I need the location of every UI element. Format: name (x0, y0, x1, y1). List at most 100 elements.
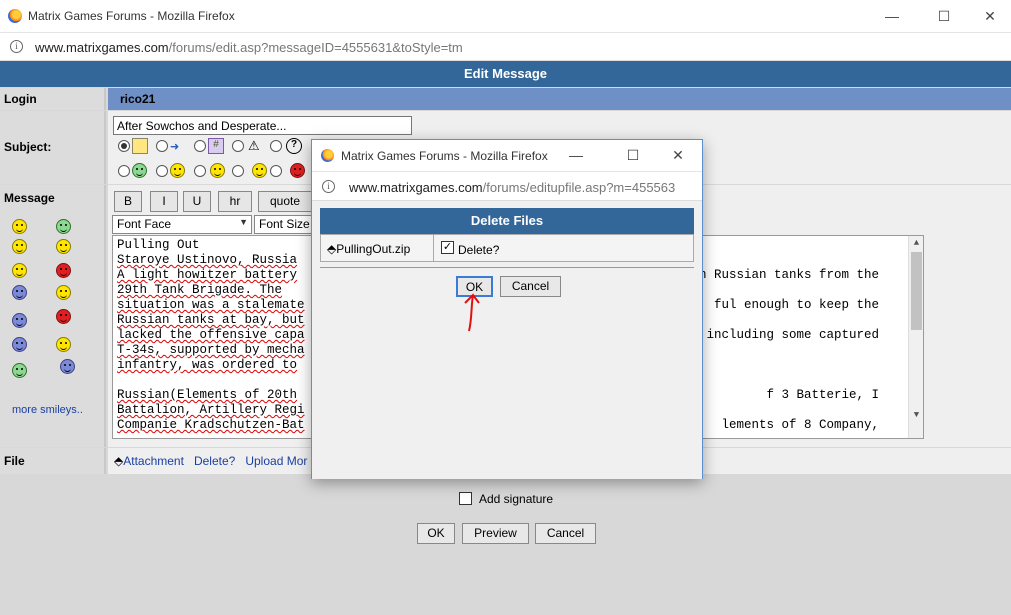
add-signature-checkbox[interactable] (459, 492, 472, 505)
info-icon[interactable]: i (10, 40, 23, 53)
cool-smiley-icon[interactable] (12, 239, 27, 254)
hash-icon: # (208, 138, 224, 154)
red-arrow-icon (464, 293, 480, 332)
smiley-radio-3[interactable] (194, 165, 206, 177)
message-line-left: Russian(Elements of 20th (117, 388, 298, 402)
paperclip-icon: ⬘ (327, 242, 337, 256)
chevron-down-icon: ▼ (239, 217, 248, 227)
login-label: Login (0, 88, 106, 110)
form-actions: Add signature OK Preview Cancel (0, 481, 1011, 615)
add-signature-label: Add signature (479, 492, 554, 506)
textarea-scrollbar[interactable]: ▲ ▼ (908, 236, 923, 438)
grin-smiley-icon (132, 163, 147, 178)
font-size-value: Font Size (259, 217, 310, 231)
message-line-left: Staroye Ustinovo, Russia (117, 253, 298, 267)
close-button[interactable]: ✕ (970, 6, 1010, 26)
delete-files-link[interactable]: Delete? (194, 454, 235, 468)
browser-title-bar: Matrix Games Forums - Mozilla Firefox — … (0, 0, 1011, 33)
maximize-button[interactable]: ☐ (924, 6, 964, 26)
note-icon (132, 138, 148, 154)
red-smiley-icon[interactable] (56, 309, 71, 324)
arrow-right-icon: ➜ (170, 141, 180, 153)
bold-button[interactable]: B (114, 191, 142, 212)
message-line-left: Russian tanks at bay, but (117, 313, 305, 327)
confused-smiley-icon[interactable] (12, 263, 27, 278)
address-url[interactable]: www.matrixgames.com/forums/edit.asp?mess… (35, 40, 463, 55)
font-face-select[interactable]: Font Face ▼ (112, 215, 252, 234)
more-smileys-link[interactable]: more smileys.. (12, 404, 83, 416)
font-face-value: Font Face (117, 217, 172, 231)
popup-address-url[interactable]: www.matrixgames.com/forums/editupfile.as… (349, 180, 699, 195)
underline-button[interactable]: U (183, 191, 211, 212)
smiley-radio-5[interactable] (270, 165, 282, 177)
firefox-icon (8, 9, 22, 23)
italic-button[interactable]: I (150, 191, 178, 212)
icon-radio-3[interactable] (194, 140, 206, 152)
alien-smiley-icon[interactable] (60, 359, 75, 374)
angry-smiley-icon (290, 163, 305, 178)
sick-smiley-icon[interactable] (12, 363, 27, 378)
delete-label: Delete? (458, 243, 500, 257)
popup-address-bar[interactable]: i www.matrixgames.com/forums/editupfile.… (312, 171, 702, 201)
popup-maximize-button[interactable]: ☐ (613, 145, 653, 165)
message-line-left: T-34s, supported by mecha (117, 343, 305, 357)
popup-title-bar: Matrix Games Forums - Mozilla Firefox — … (312, 140, 702, 171)
message-line-left: lacked the offensive capa (117, 328, 305, 342)
login-value: rico21 (108, 88, 1011, 110)
smile-smiley-icon[interactable] (56, 239, 71, 254)
smiley-radio-4[interactable] (232, 165, 244, 177)
message-line-left: Pulling Out (117, 238, 200, 252)
message-line-left: infantry, was ordered to (117, 358, 298, 372)
info-icon[interactable]: i (322, 180, 335, 193)
icon-radio-4[interactable] (232, 140, 244, 152)
address-bar[interactable]: i www.matrixgames.com/forums/edit.asp?me… (0, 33, 1011, 61)
message-line-left: 29th Tank Brigade. The (117, 283, 283, 297)
attachment-link[interactable]: Attachment (123, 454, 184, 468)
grin-smiley-icon[interactable] (56, 219, 71, 234)
popup-window-title: Matrix Games Forums - Mozilla Firefox (341, 149, 548, 163)
quote-button[interactable]: quote (258, 191, 312, 212)
subject-input[interactable]: After Sowchos and Desperate... (113, 116, 412, 135)
divider-line (320, 267, 694, 268)
subject-label: Subject: (0, 111, 106, 184)
minimize-button[interactable]: — (872, 6, 912, 26)
delete-files-header: Delete Files (320, 208, 694, 234)
message-line-right: including some captured (706, 328, 879, 342)
file-label: File (0, 448, 106, 474)
cool-smiley-icon (170, 163, 185, 178)
popup-minimize-button[interactable]: — (556, 145, 596, 165)
preview-button[interactable]: Preview (462, 523, 529, 544)
cancel-button[interactable]: Cancel (535, 523, 596, 544)
smiley-radio-1[interactable] (118, 165, 130, 177)
hr-button[interactable]: hr (218, 191, 252, 212)
page-title: Edit Message (0, 61, 1011, 87)
scroll-up-icon[interactable]: ▲ (909, 236, 923, 250)
sad-smiley-icon[interactable] (12, 285, 27, 300)
ok-button[interactable]: OK (417, 523, 455, 544)
message-line-left: Companie Kradschutzen-Bat (117, 418, 305, 432)
scrollbar-thumb[interactable] (911, 252, 922, 330)
sleepy-smiley-icon[interactable] (12, 313, 27, 328)
smiley-radio-2[interactable] (156, 165, 168, 177)
smiley-icon[interactable] (12, 219, 27, 234)
message-line-right: f 3 Batterie, I (766, 388, 879, 402)
popup-cancel-button[interactable]: Cancel (500, 276, 561, 297)
angry-smiley-icon[interactable] (56, 263, 71, 278)
icon-radio-5[interactable] (270, 140, 282, 152)
scroll-down-icon[interactable]: ▼ (909, 408, 923, 422)
message-line-right: lements of 8 Company, (721, 418, 879, 432)
shocked-smiley-icon[interactable] (12, 337, 27, 352)
icon-radio-1[interactable] (118, 140, 130, 152)
happy-smiley-icon[interactable] (56, 285, 71, 300)
message-label-text: Message (4, 191, 55, 205)
divider (433, 235, 434, 261)
message-line-left: A light howitzer battery (117, 268, 298, 282)
popup-close-button[interactable]: ✕ (658, 145, 698, 165)
delete-checkbox[interactable]: ✓ (441, 241, 454, 254)
message-line-right: n Russian tanks from the (698, 268, 879, 282)
upload-more-link[interactable]: Upload Mor (245, 454, 307, 468)
paperclip-icon: ⬘ (114, 454, 124, 468)
icon-radio-2[interactable] (156, 140, 168, 152)
warning-icon: ⚠ (248, 138, 260, 153)
thinking-smiley-icon[interactable] (56, 337, 71, 352)
